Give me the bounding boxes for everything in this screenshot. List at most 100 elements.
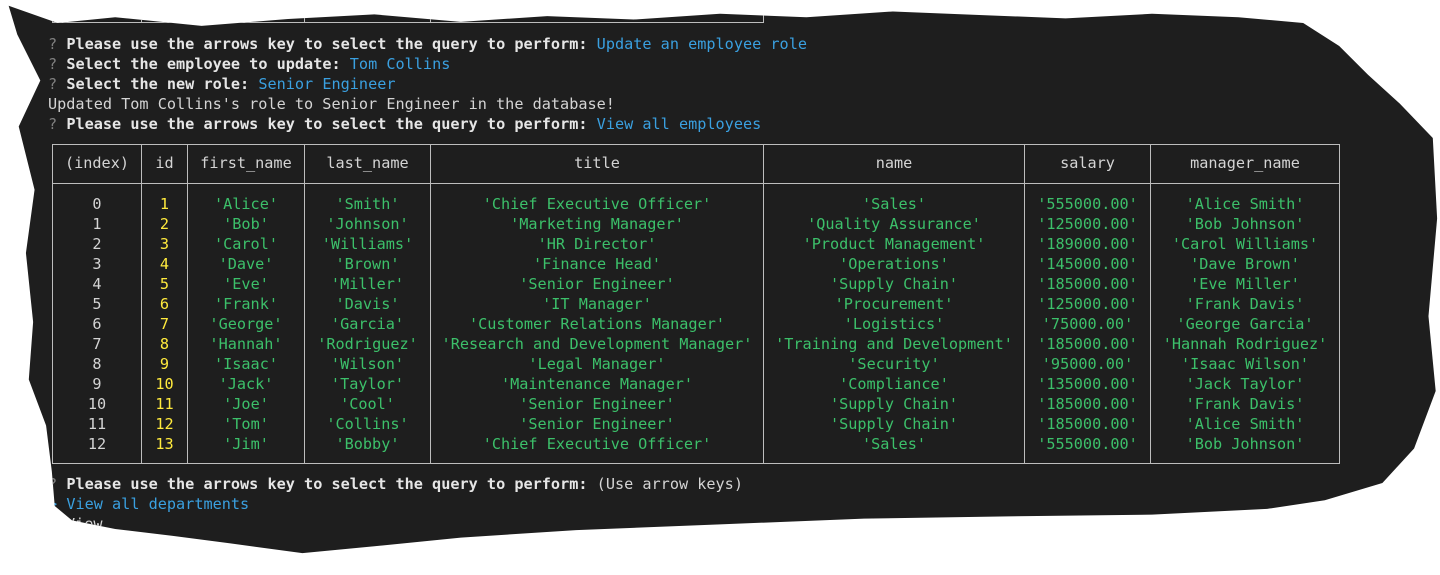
- menu-option-partial[interactable]: View: [66, 514, 103, 534]
- table-cell-first-name: 'Bob': [223, 215, 269, 233]
- table-cell-salary: '185000.00': [1037, 275, 1138, 293]
- table-cell-last-name: 'Cool': [340, 395, 395, 413]
- table-bottom-border: [52, 463, 1340, 464]
- table-cell-salary: '145000.00': [1037, 255, 1138, 273]
- table-cell-first-name: 'Jim': [223, 435, 269, 453]
- table-cell-last-name: 'Taylor': [330, 375, 405, 393]
- prompt-text: Select the new role:: [66, 75, 250, 93]
- table-cell-last-name: 'Johnson': [326, 215, 409, 233]
- table-cell-first-name: 'George': [209, 315, 283, 333]
- table-cell-dept-name: 'Security': [848, 355, 940, 373]
- table-cell-title: 'Legal Manager': [528, 355, 666, 373]
- table-cell-dept-name: 'Supply Chain': [829, 275, 958, 293]
- question-mark: ?: [48, 55, 58, 73]
- table-cell-last-name: 'Smith': [335, 195, 400, 213]
- table-cell-salary: '189000.00': [1037, 235, 1138, 253]
- table-cell-dept-name: 'Procurement': [834, 295, 954, 313]
- table-cell-salary: '555000.00': [1037, 435, 1138, 453]
- table-cell-id: 11: [155, 395, 174, 413]
- table-cell-dept-name: 'Operations': [839, 255, 949, 273]
- menu-option-view-all-departments[interactable]: > View all departments: [48, 494, 249, 514]
- table-cell-salary: '125000.00': [1037, 295, 1138, 313]
- table-cell-title: 'HR Director': [537, 235, 657, 253]
- menu-option-label: View all departments: [66, 495, 250, 513]
- table-cell-title: 'Senior Engineer': [519, 415, 675, 433]
- table-cell-last-name: 'Wilson': [330, 355, 405, 373]
- table-cell-first-name: 'Hannah': [209, 335, 283, 353]
- column-header-title: title: [574, 154, 620, 172]
- selection-pointer-icon: >: [48, 495, 58, 513]
- table-cell-index: 12: [87, 435, 107, 453]
- table-cell-index: 4: [92, 275, 102, 293]
- table-cell-title: 'Finance Head': [532, 255, 661, 273]
- prompt-line-view: ? Please use the arrows key to select th…: [48, 114, 761, 134]
- table-cell-last-name: 'Rodriguez': [317, 335, 418, 353]
- column-header-id: id: [155, 154, 174, 172]
- prompt-hint: (Use arrow keys): [596, 475, 743, 493]
- table-cell-id: 1: [159, 195, 170, 213]
- table-cell-last-name: 'Bobby': [335, 435, 400, 453]
- table-cell-dept-name: 'Training and Development': [775, 335, 1013, 353]
- table-cell-manager-name: 'Hannah Rodriguez': [1162, 335, 1328, 353]
- table-cell-id: 7: [159, 315, 170, 333]
- prev-table-border: [52, 22, 764, 23]
- table-cell-manager-name: 'Carol Williams': [1171, 235, 1319, 253]
- table-top-border: [52, 144, 1340, 145]
- table-cell-title: 'Chief Executive Officer': [482, 195, 712, 213]
- question-mark: ?: [48, 35, 58, 53]
- table-cell-manager-name: 'Frank Davis': [1185, 395, 1305, 413]
- table-cell-dept-name: 'Logistics': [843, 315, 945, 333]
- column-header-dept-name: name: [875, 154, 913, 172]
- table-cell-salary: '75000.00': [1041, 315, 1134, 333]
- table-cell-dept-name: 'Supply Chain': [829, 395, 958, 413]
- table-cell-last-name: 'Miller': [330, 275, 405, 293]
- terminal-window: Bobby Chief Executive Officer ? Please u…: [8, 5, 1438, 554]
- table-cell-index: 10: [87, 395, 107, 413]
- question-mark: ?: [48, 75, 58, 93]
- column-header-last-name: last_name: [326, 154, 409, 172]
- table-cell-index: 6: [92, 315, 102, 333]
- prompt-text: Please use the arrows key to select the …: [66, 475, 588, 493]
- table-cell-first-name: 'Eve': [223, 275, 269, 293]
- prev-table-border: [141, 5, 142, 23]
- table-cell-manager-name: 'Alice Smith': [1185, 195, 1305, 213]
- table-cell-dept-name: 'Sales': [861, 435, 926, 453]
- table-cell-index: 5: [92, 295, 102, 313]
- prompt-answer: Tom Collins: [349, 55, 451, 73]
- table-cell-id: 12: [155, 415, 174, 433]
- status-message: Updated Tom Collins's role to Senior Eng…: [48, 95, 615, 113]
- table-cell-last-name: 'Garcia': [330, 315, 405, 333]
- table-cell-index: 2: [92, 235, 102, 253]
- table-cell-id: 2: [159, 215, 170, 233]
- table-cell-last-name: 'Collins': [326, 415, 409, 433]
- table-cell-salary: '185000.00': [1037, 415, 1138, 433]
- column-header-manager-name: manager_name: [1190, 154, 1300, 172]
- table-cell-manager-name: 'Alice Smith': [1185, 415, 1305, 433]
- table-cell-id: 8: [159, 335, 170, 353]
- table-cell-salary: '95000.00': [1041, 355, 1134, 373]
- table-cell-id: 6: [159, 295, 170, 313]
- table-cell-first-name: 'Isaac': [213, 355, 278, 373]
- prompt-text: Please use the arrows key to select the …: [66, 35, 588, 53]
- table-cell-last-name: 'Brown': [335, 255, 400, 273]
- table-cell-first-name: 'Dave': [218, 255, 274, 273]
- table-cell-manager-name: 'Jack Taylor': [1185, 375, 1305, 393]
- table-cell-index: 11: [87, 415, 107, 433]
- prompt-line-final: ? Please use the arrows key to select th…: [48, 474, 743, 494]
- table-cell-index: 7: [92, 335, 102, 353]
- column-header-salary: salary: [1060, 154, 1115, 172]
- table-cell-title: 'Senior Engineer': [519, 395, 675, 413]
- table-cell-index: 9: [92, 375, 102, 393]
- prompt-answer: Update an employee role: [596, 35, 807, 53]
- prompt-line-role: ? Select the new role: Senior Engineer: [48, 74, 396, 94]
- column-header-first-name: first_name: [200, 154, 292, 172]
- table-cell-first-name: 'Joe': [223, 395, 269, 413]
- table-cell-first-name: 'Frank': [213, 295, 278, 313]
- table-cell-id: 4: [159, 255, 170, 273]
- table-cell-id: 10: [155, 375, 174, 393]
- prev-table-border: [430, 5, 431, 23]
- table-cell-index: 1: [92, 215, 102, 233]
- table-header-divider: [52, 183, 1340, 184]
- prev-table-border: [304, 5, 305, 23]
- table-cell-title: 'Research and Development Manager': [441, 335, 753, 353]
